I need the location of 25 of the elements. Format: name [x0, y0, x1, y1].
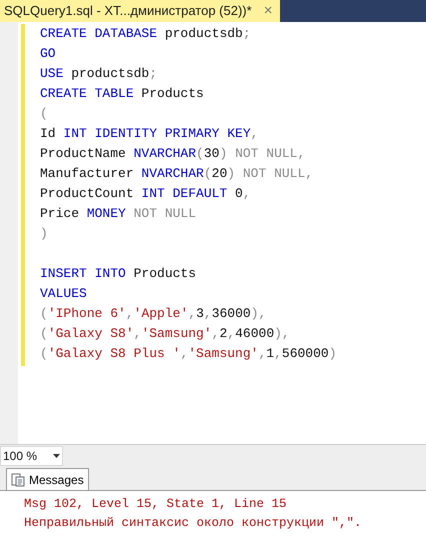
- caret-icon: [53, 454, 60, 458]
- code-line: ('Galaxy S8 Plus ','Samsung',1,560000): [40, 345, 337, 363]
- code-line: CREATE DATABASE productsdb;: [40, 25, 251, 43]
- document-icon: [11, 472, 25, 486]
- code-line: Price MONEY NOT NULL: [40, 205, 196, 223]
- code-line: ProductCount INT DEFAULT 0,: [40, 185, 251, 203]
- code-line: VALUES: [40, 285, 87, 303]
- document-tab[interactable]: SQLQuery1.sql - XT...дминистратор (52))* ×: [0, 0, 280, 22]
- code-line: INSERT INTO Products: [40, 265, 196, 283]
- error-message: Msg 102, Level 15, State 1, Line 15: [24, 496, 287, 513]
- tab-title: SQLQuery1.sql - XT...дминистратор (52))*: [4, 2, 252, 20]
- code-line: (: [40, 105, 48, 123]
- close-icon[interactable]: ×: [260, 0, 276, 22]
- code-line: CREATE TABLE Products: [40, 85, 204, 103]
- error-message: Неправильный синтаксис около конструкции ",".: [24, 515, 362, 532]
- code-line: ): [40, 225, 48, 243]
- zoom-dropdown[interactable]: 100 %: [0, 446, 64, 466]
- code-line: ('Galaxy S8','Samsung',2,46000),: [40, 325, 290, 343]
- code-line: USE productsdb;: [40, 65, 158, 83]
- code-line: Id INT IDENTITY PRIMARY KEY,: [40, 125, 258, 143]
- code-line: ProductName NVARCHAR(30) NOT NULL,: [40, 145, 306, 163]
- code-line: ('IPhone 6','Apple',3,36000),: [40, 305, 266, 323]
- messages-tab[interactable]: Messages: [6, 468, 89, 490]
- code-line: Manufacturer NVARCHAR(20) NOT NULL,: [40, 165, 314, 183]
- code-line: GO: [40, 45, 56, 63]
